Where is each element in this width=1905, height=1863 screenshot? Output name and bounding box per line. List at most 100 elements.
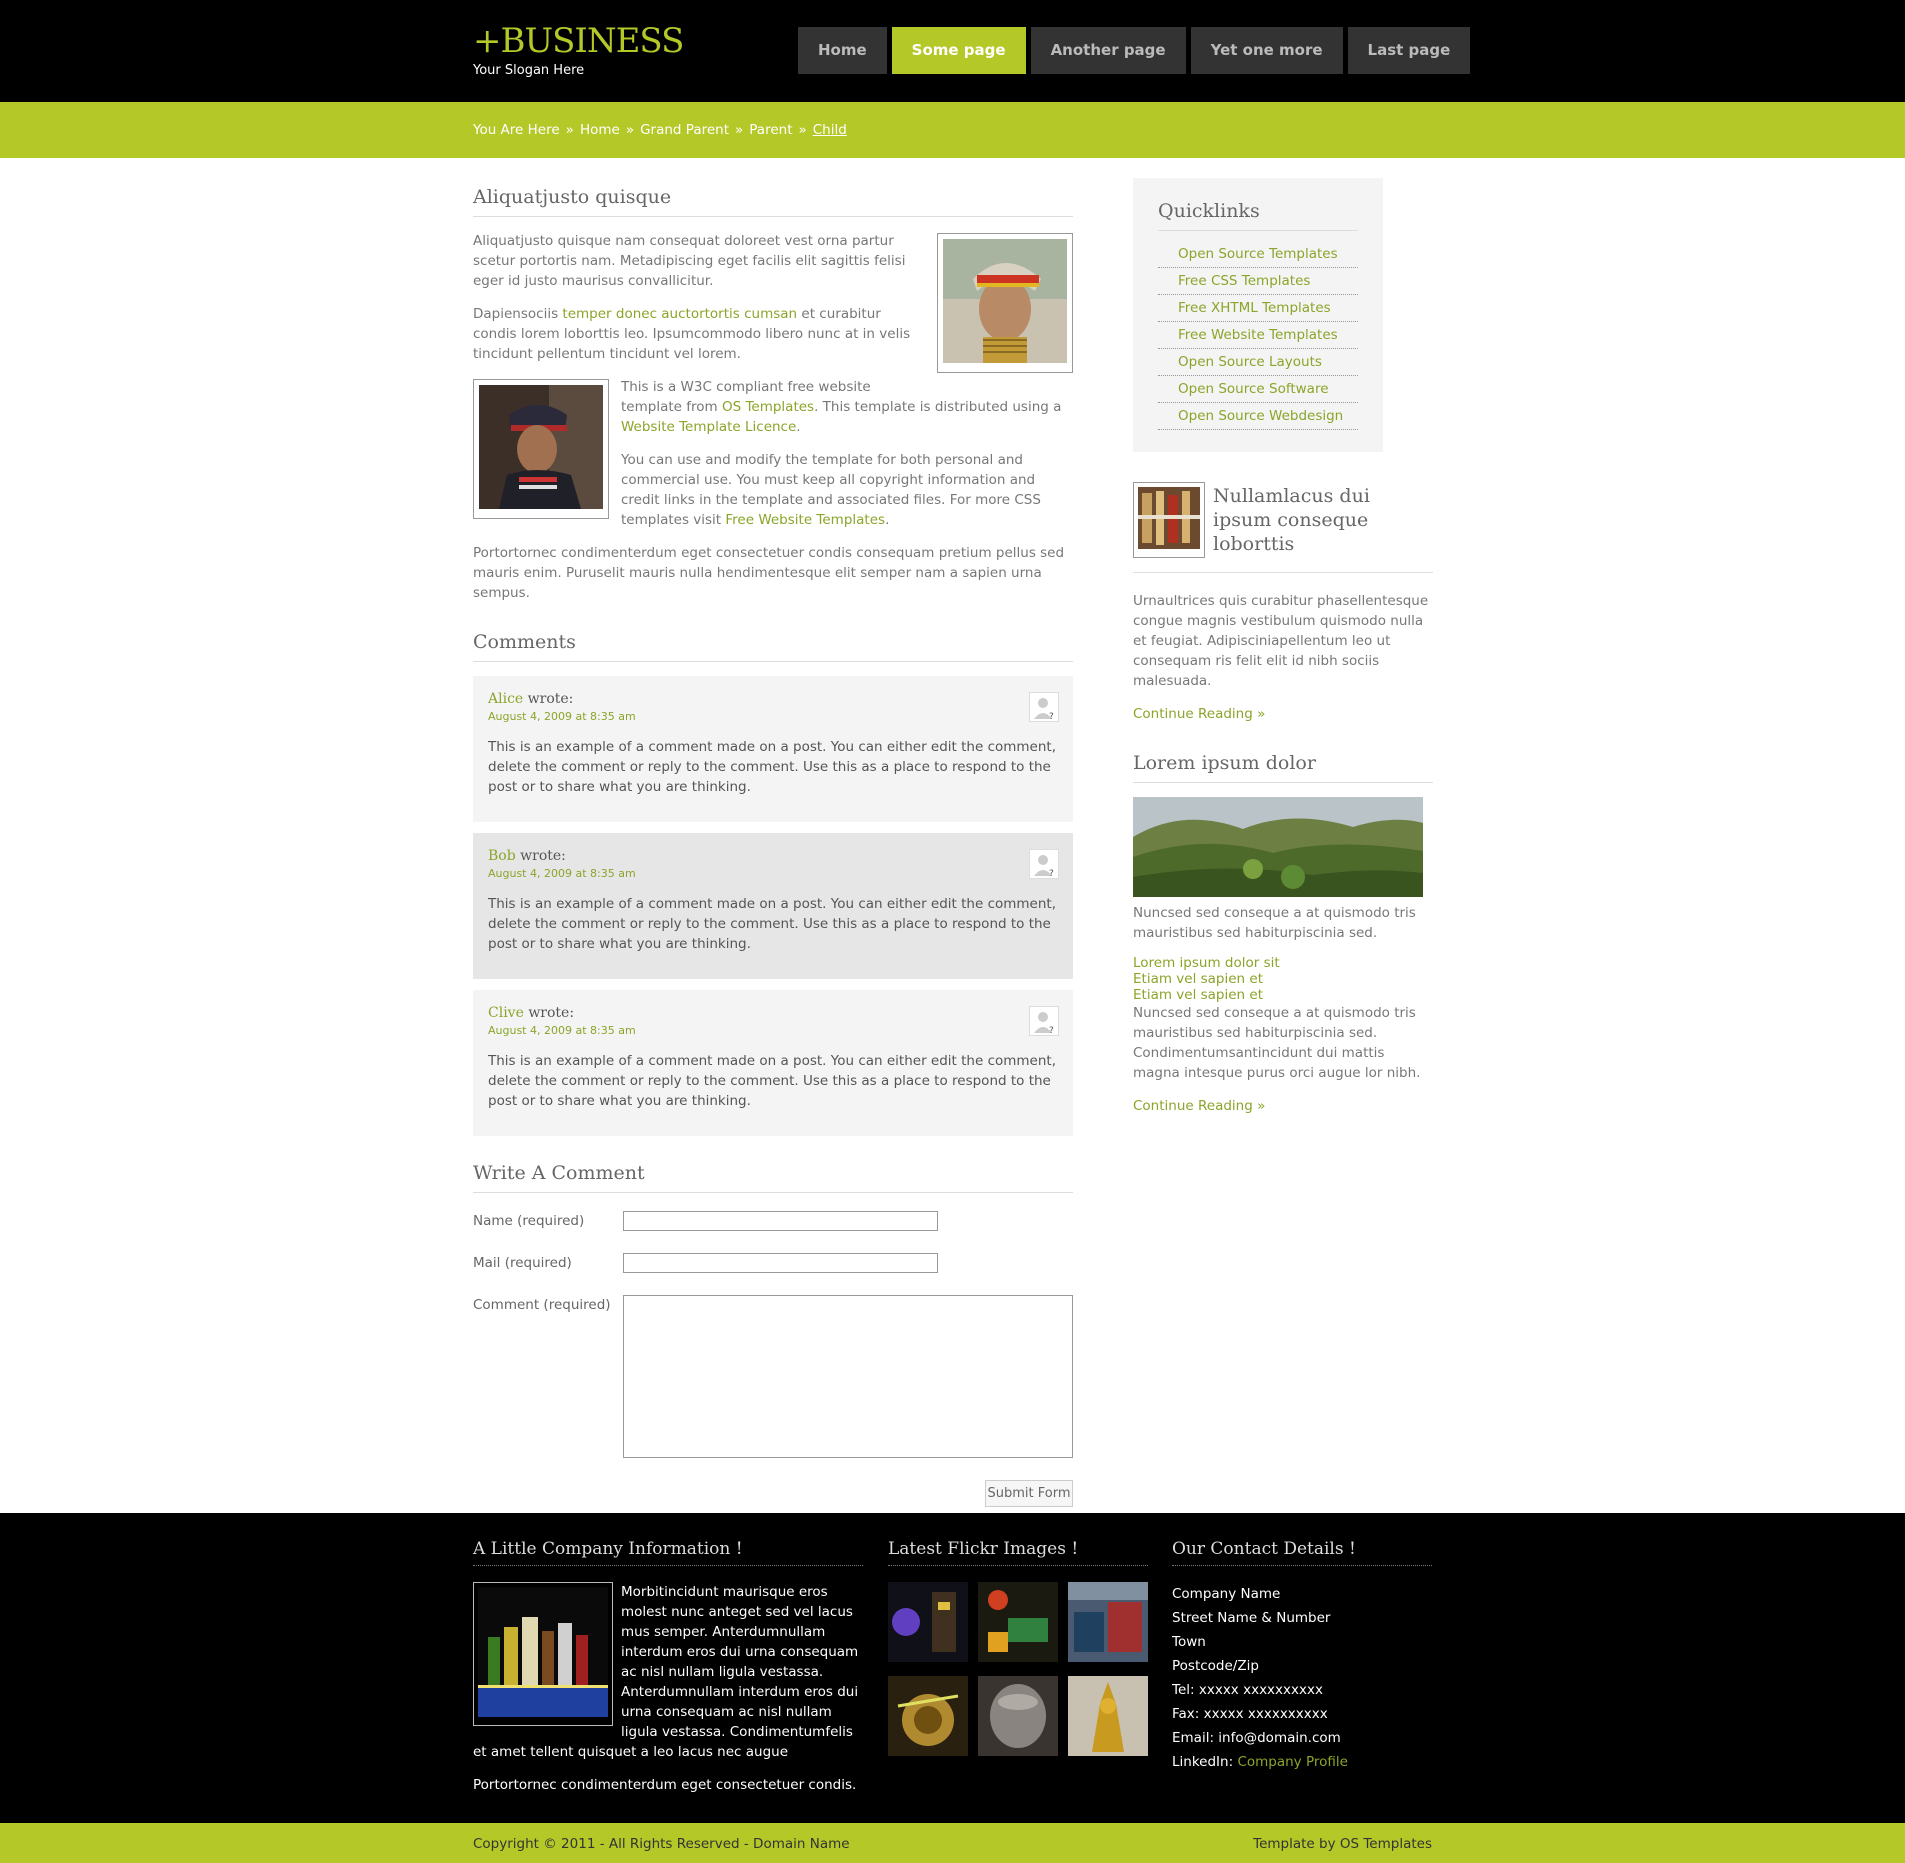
text-span: . This template is distributed using a — [814, 399, 1062, 415]
breadcrumb-grand-parent[interactable]: Grand Parent — [640, 122, 729, 138]
footer-company-column: A Little Company Information ! Morbitinc… — [473, 1539, 863, 1808]
comment-date[interactable]: August 4, 2009 at 8:35 am — [488, 867, 1059, 880]
comment-wrote: wrote: — [520, 848, 566, 864]
contact-postcode: Postcode/Zip — [1172, 1658, 1259, 1674]
contact-street: Street Name & Number — [1172, 1610, 1331, 1626]
breadcrumb-parent[interactable]: Parent — [749, 122, 792, 138]
avatar-icon: ? — [1029, 849, 1059, 879]
featured-title[interactable]: Nullamlacus dui ipsum conseque loborttis — [1213, 484, 1433, 556]
os-templates-link[interactable]: OS Templates — [722, 399, 814, 415]
nav-another-page[interactable]: Another page — [1030, 27, 1186, 74]
bar-bottles-photo — [478, 1587, 608, 1717]
contact-company: Company Name — [1172, 1586, 1281, 1602]
linkedin-link[interactable]: Company Profile — [1237, 1754, 1348, 1770]
comment-author: Clive wrote: — [488, 1005, 1059, 1021]
lorem-link[interactable]: Lorem ipsum dolor sit — [1133, 955, 1433, 971]
mail-field[interactable] — [623, 1253, 938, 1273]
comment-date[interactable]: August 4, 2009 at 8:35 am — [488, 710, 1059, 723]
licence-link[interactable]: Website Template Licence — [621, 419, 796, 435]
comment-textarea[interactable] — [622, 1295, 1073, 1458]
avatar-icon: ? — [1029, 1006, 1059, 1036]
site-slogan: Your Slogan Here — [473, 63, 585, 78]
name-field[interactable] — [623, 1211, 938, 1231]
comment-label: Comment (required) — [473, 1297, 611, 1313]
flickr-thumb[interactable] — [978, 1676, 1058, 1756]
footer-flickr-column: Latest Flickr Images ! — [888, 1539, 1148, 1756]
flickr-title: Latest Flickr Images ! — [888, 1539, 1148, 1566]
nav-yet-one-more[interactable]: Yet one more — [1190, 27, 1343, 74]
comment-author-name[interactable]: Alice — [488, 691, 523, 707]
continue-reading-2[interactable]: Continue Reading » — [1133, 1098, 1265, 1114]
quicklink-item[interactable]: Open Source Software — [1158, 376, 1358, 403]
breadcrumb-child[interactable]: Child — [813, 122, 847, 138]
site-footer: A Little Company Information ! Morbitinc… — [0, 1513, 1905, 1823]
breadcrumb-home[interactable]: Home — [580, 122, 620, 138]
flickr-thumb[interactable] — [978, 1582, 1058, 1662]
breadcrumb-separator: » — [565, 122, 574, 138]
quicklink-item[interactable]: Open Source Layouts — [1158, 349, 1358, 376]
woman-headdress-photo — [943, 239, 1067, 363]
copyright-text: Copyright © 2011 - All Rights Reserved -… — [473, 1836, 850, 1852]
comment-text: This is an example of a comment made on … — [488, 1053, 1057, 1109]
comment-item: Bob wrote: August 4, 2009 at 8:35 am ? T… — [473, 833, 1073, 979]
avatar-icon: ? — [1029, 692, 1059, 722]
quicklinks-title: Quicklinks — [1158, 200, 1358, 231]
featured-thumbnail[interactable] — [1133, 482, 1205, 558]
comment-text: This is an example of a comment made on … — [488, 739, 1057, 795]
contact-email[interactable]: Email: info@domain.com — [1172, 1726, 1432, 1750]
text-span: . — [885, 512, 890, 528]
quicklink-item[interactable]: Free Website Templates — [1158, 322, 1358, 349]
comment-author-name[interactable]: Bob — [488, 848, 516, 864]
text-span: Dapiensociis — [473, 306, 563, 322]
market-stall-photo — [1138, 487, 1200, 549]
name-row: Name (required) — [473, 1211, 1073, 1231]
breadcrumb-label: You Are Here — [473, 122, 560, 138]
svg-text:?: ? — [1049, 1026, 1054, 1035]
template-credit[interactable]: Template by OS Templates — [1253, 1836, 1432, 1852]
comment-author-name[interactable]: Clive — [488, 1005, 524, 1021]
svg-text:?: ? — [1049, 869, 1054, 878]
quicklink-item[interactable]: Open Source Templates — [1158, 241, 1358, 268]
site-title[interactable]: +BUSINESS — [473, 20, 684, 62]
flickr-thumb[interactable] — [888, 1676, 968, 1756]
article-image-elderly-woman — [473, 379, 609, 519]
quicklink-item[interactable]: Free XHTML Templates — [1158, 295, 1358, 322]
contact-town: Town — [1172, 1634, 1206, 1650]
landscape-photo — [1133, 797, 1423, 897]
mail-label: Mail (required) — [473, 1255, 572, 1271]
flickr-thumb[interactable] — [1068, 1582, 1148, 1662]
flickr-thumb[interactable] — [1068, 1676, 1148, 1756]
inline-link[interactable]: temper donec auctortortis cumsan — [562, 306, 797, 322]
top-navigation: Home Some page Another page Yet one more… — [798, 27, 1471, 74]
quicklink-item[interactable]: Free CSS Templates — [1158, 268, 1358, 295]
sidebar: Quicklinks Open Source Templates Free CS… — [1133, 178, 1433, 1129]
content-column: Aliquatjusto quisque Aliquatjusto quisqu… — [473, 186, 1073, 1510]
lorem-link[interactable]: Etiam vel sapien et — [1133, 971, 1433, 987]
nav-home[interactable]: Home — [798, 27, 887, 74]
logo[interactable]: +BUSINESS Your Slogan Here — [473, 20, 684, 78]
comments-title: Comments — [473, 631, 1073, 662]
bar-photo-frame — [473, 1582, 613, 1726]
main-container: Aliquatjusto quisque Aliquatjusto quisqu… — [0, 158, 1905, 1513]
nav-some-page[interactable]: Some page — [891, 27, 1026, 74]
featured-text: Urnaultrices quis curabitur phasellentes… — [1133, 593, 1429, 689]
name-label: Name (required) — [473, 1213, 585, 1229]
continue-reading-1[interactable]: Continue Reading » — [1133, 706, 1265, 722]
submit-button[interactable]: Submit Form — [985, 1480, 1073, 1507]
contact-title: Our Contact Details ! — [1172, 1539, 1432, 1566]
breadcrumb-separator: » — [735, 122, 744, 138]
lorem-link[interactable]: Etiam vel sapien et — [1133, 987, 1433, 1003]
quicklink-item[interactable]: Open Source Webdesign — [1158, 403, 1358, 430]
lorem-title: Lorem ipsum dolor — [1133, 752, 1433, 783]
comment-date[interactable]: August 4, 2009 at 8:35 am — [488, 1024, 1059, 1037]
continue-reading-link: Continue Reading » — [1133, 1096, 1433, 1116]
free-website-templates-link[interactable]: Free Website Templates — [725, 512, 885, 528]
comment-row: Comment (required) — [473, 1295, 1073, 1458]
contact-tel: Tel: xxxxx xxxxxxxxxx — [1172, 1682, 1323, 1698]
breadcrumb: You Are Here » Home » Grand Parent » Par… — [473, 122, 847, 138]
flickr-thumb[interactable] — [888, 1582, 968, 1662]
flickr-grid — [888, 1582, 1148, 1756]
nav-last-page[interactable]: Last page — [1347, 27, 1471, 74]
footer-contact-column: Our Contact Details ! Company Name Stree… — [1172, 1539, 1432, 1774]
quicklinks-box: Quicklinks Open Source Templates Free CS… — [1133, 178, 1383, 452]
